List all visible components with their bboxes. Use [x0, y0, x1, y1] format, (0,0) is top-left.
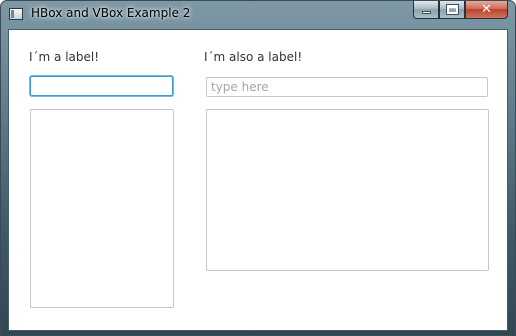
content-area: I´m a label! I´m also a label! — [8, 29, 508, 331]
right-text-field[interactable] — [206, 77, 488, 97]
maximize-button[interactable] — [439, 1, 465, 19]
right-text-area[interactable] — [206, 109, 489, 271]
right-label: I´m also a label! — [204, 50, 303, 64]
left-label: I´m a label! — [29, 50, 100, 64]
app-window-icon[interactable] — [9, 8, 23, 20]
left-text-field[interactable] — [30, 76, 173, 96]
window-title: HBox and VBox Example 2 — [31, 6, 191, 20]
close-button[interactable]: ✕ — [465, 1, 508, 19]
application-window: HBox and VBox Example 2 ✕ I´m a label! I… — [0, 0, 516, 336]
caption-buttons: ✕ — [413, 1, 508, 20]
minimize-icon — [421, 11, 431, 14]
minimize-button[interactable] — [413, 1, 439, 19]
maximize-icon — [445, 4, 459, 15]
left-text-area[interactable] — [30, 109, 174, 308]
close-icon: ✕ — [481, 2, 492, 17]
title-bar[interactable]: HBox and VBox Example 2 ✕ — [1, 1, 515, 28]
